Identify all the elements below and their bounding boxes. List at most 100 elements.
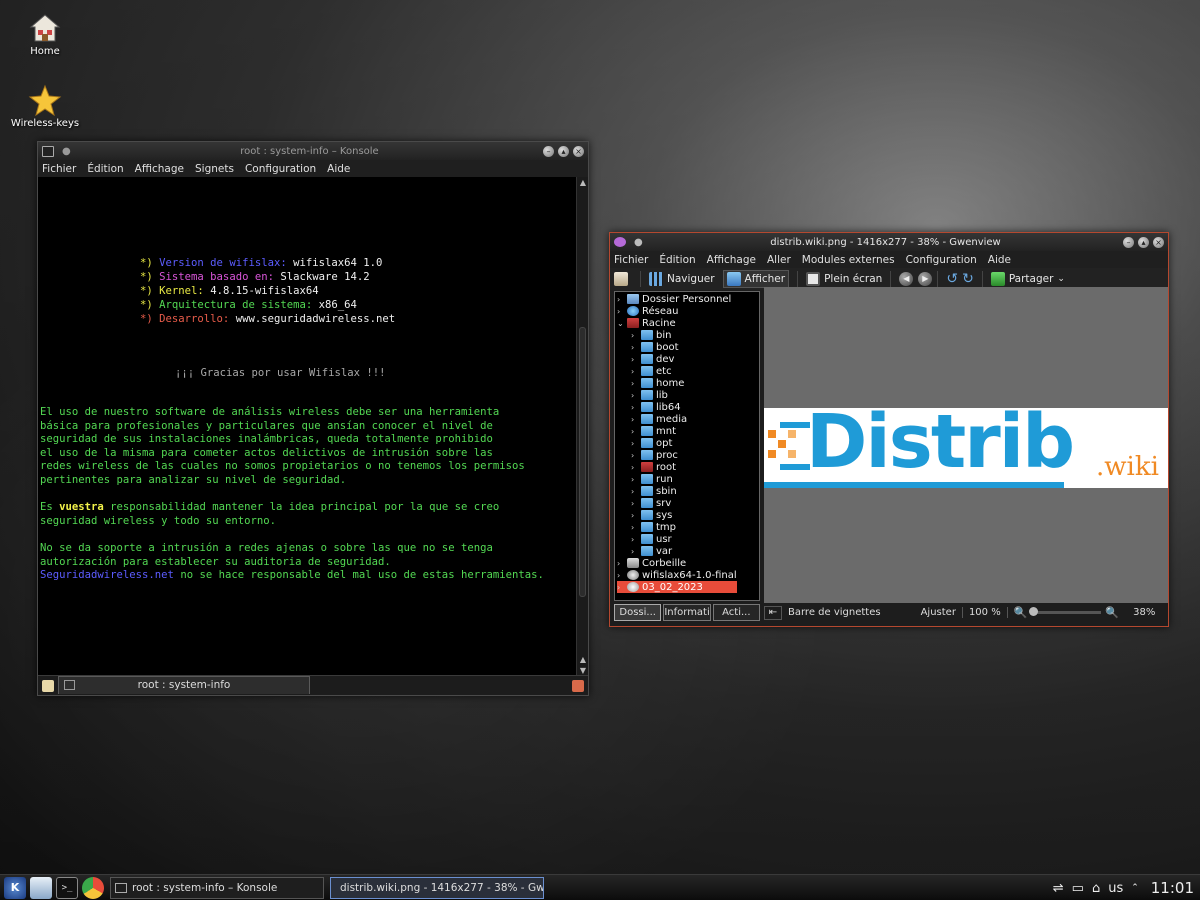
scrollbar-thumb[interactable] [579,327,586,597]
menu-signets[interactable]: Signets [195,163,234,175]
tree-item-network[interactable]: › Réseau [617,305,678,317]
terminal-scrollbar[interactable]: ▲ ▲ ▼ [576,177,588,677]
folder-tree[interactable]: › Dossier Personnel › Réseau ⌄ Racine › bin … [614,291,760,601]
zoom-in-icon[interactable]: 🔍 [1105,606,1119,619]
gwenview-window[interactable]: ● distrib.wiki.png - 1416x277 - 38% - Gw… [609,232,1169,627]
menu-configuration[interactable]: Configuration [906,254,977,266]
close-button[interactable]: × [573,145,584,157]
tree-folder[interactable]: › mnt [631,425,676,437]
menu-aide[interactable]: Aide [327,163,350,175]
thumbbar-label[interactable]: Barre de vignettes [788,607,881,618]
tab-information[interactable]: Informati... [663,604,711,621]
browse-button[interactable]: Naviguer [649,272,715,286]
maximize-button[interactable]: ▴ [558,145,569,157]
pin-icon[interactable]: ● [634,237,648,248]
tree-folder[interactable]: › home [631,377,684,389]
zoom-slider[interactable] [1029,607,1102,616]
clock[interactable]: 11:01 [1151,879,1194,897]
menu-edition[interactable]: Édition [87,163,123,175]
menu-fichier[interactable]: Fichier [614,254,648,266]
logo-brand-text: Distrib [806,399,1075,485]
tree-item-usb-selected[interactable]: › 03_02_2023 [617,581,737,593]
tree-folder[interactable]: › usr [631,533,672,545]
view-button[interactable]: Afficher [722,270,790,288]
tree-folder[interactable]: › sys [631,509,672,521]
home-button[interactable] [614,272,632,286]
network-icon[interactable]: ⌂ [1092,881,1100,896]
gwenview-titlebar[interactable]: ● distrib.wiki.png - 1416x277 - 38% - Gw… [610,233,1168,251]
menu-modules-externes[interactable]: Modules externes [802,254,895,266]
tree-folder[interactable]: › opt [631,437,672,449]
terminal-output[interactable]: *) Version de wifislax: wifislax64 1.0 *… [38,177,576,677]
tree-item-home[interactable]: › Dossier Personnel [617,293,731,305]
chevron-up-icon[interactable]: ⌃ [1131,883,1139,893]
terminal-launcher-icon[interactable]: >_ [56,876,78,899]
chevron-right-icon: › [631,330,635,340]
tab-actions[interactable]: Acti... [712,604,760,621]
terminal-icon [64,680,75,690]
tree-folder[interactable]: › root [631,461,676,473]
usb-icon[interactable]: ⇌ [1053,881,1064,896]
desktop-icon-home[interactable]: Home [10,12,80,57]
tree-folder[interactable]: › sbin [631,485,677,497]
menu-aide[interactable]: Aide [988,254,1011,266]
konsole-window[interactable]: ● root : system-info – Konsole – ▴ × Fic… [37,141,589,696]
image-icon [726,272,741,286]
zoom-out-icon[interactable]: 🔍 [1014,606,1028,619]
tree-folder[interactable]: › etc [631,365,672,377]
tree-item-drive[interactable]: › wifislax64-1.0-final [617,569,737,581]
image-viewer[interactable]: Distrib .wiki [764,287,1168,603]
menu-affichage[interactable]: Affichage [707,254,756,266]
tree-folder[interactable]: › var [631,545,672,557]
close-button[interactable]: × [1153,236,1164,248]
rotate-left-button[interactable]: ↺ [946,271,958,287]
share-button[interactable]: Partager ⌄ [990,272,1065,286]
menu-edition[interactable]: Édition [659,254,695,266]
scroll-up-icon[interactable]: ▲ [578,655,588,665]
tree-folder[interactable]: › proc [631,449,678,461]
zoom-100-button[interactable]: 100 % [961,607,1008,618]
menu-fichier[interactable]: Fichier [42,163,76,175]
tab-folders[interactable]: Dossi... [614,604,662,621]
chrome-icon[interactable] [82,876,104,899]
display-icon[interactable]: ▭ [1072,881,1084,896]
fit-button[interactable]: Ajuster [921,607,956,618]
previous-icon[interactable]: ◀ [899,272,914,286]
terminal-tab[interactable]: root : system-info [58,676,310,694]
tree-folder[interactable]: › lib64 [631,401,681,413]
tree-folder[interactable]: › boot [631,341,679,353]
tree-folder[interactable]: › media [631,413,687,425]
kde-launcher-icon[interactable]: K [4,876,26,899]
close-tab-icon[interactable] [572,680,584,692]
tree-folder[interactable]: › tmp [631,521,676,533]
file-manager-icon[interactable] [30,876,52,899]
tree-item-trash[interactable]: › Corbeille [617,557,686,569]
next-icon[interactable]: ▶ [918,272,933,286]
menu-aller[interactable]: Aller [767,254,791,266]
chevron-right-icon: › [631,426,635,436]
tree-folder[interactable]: › bin [631,329,671,341]
keyboard-layout[interactable]: us [1108,881,1123,896]
task-gwenview[interactable]: distrib.wiki.png - 1416x277 - 38% - Gwen… [330,876,544,899]
chevron-right-icon: › [631,414,635,424]
tree-folder[interactable]: › run [631,473,673,485]
task-konsole[interactable]: root : system-info – Konsole [110,876,324,899]
minimize-button[interactable]: – [1123,236,1134,248]
maximize-button[interactable]: ▴ [1138,236,1149,248]
tree-folder[interactable]: › srv [631,497,671,509]
thumbbar-toggle-icon[interactable]: ⇤ [764,605,782,620]
pin-icon[interactable]: ● [62,146,76,157]
rotate-right-button[interactable]: ↻ [962,271,974,287]
fullscreen-button[interactable]: Plein écran [806,272,882,286]
konsole-titlebar[interactable]: ● root : system-info – Konsole – ▴ × [38,142,588,160]
tree-item-root[interactable]: ⌄ Racine [617,317,676,329]
tree-folder[interactable]: › lib [631,389,668,401]
desktop-icon-wireless-keys[interactable]: Wireless-keys [10,84,80,129]
tree-folder[interactable]: › dev [631,353,674,365]
new-tab-icon[interactable] [42,680,54,692]
zoom-slider-handle[interactable] [1029,607,1039,616]
menu-affichage[interactable]: Affichage [135,163,184,175]
minimize-button[interactable]: – [543,145,554,157]
scroll-up-icon[interactable]: ▲ [578,178,588,188]
menu-configuration[interactable]: Configuration [245,163,316,175]
